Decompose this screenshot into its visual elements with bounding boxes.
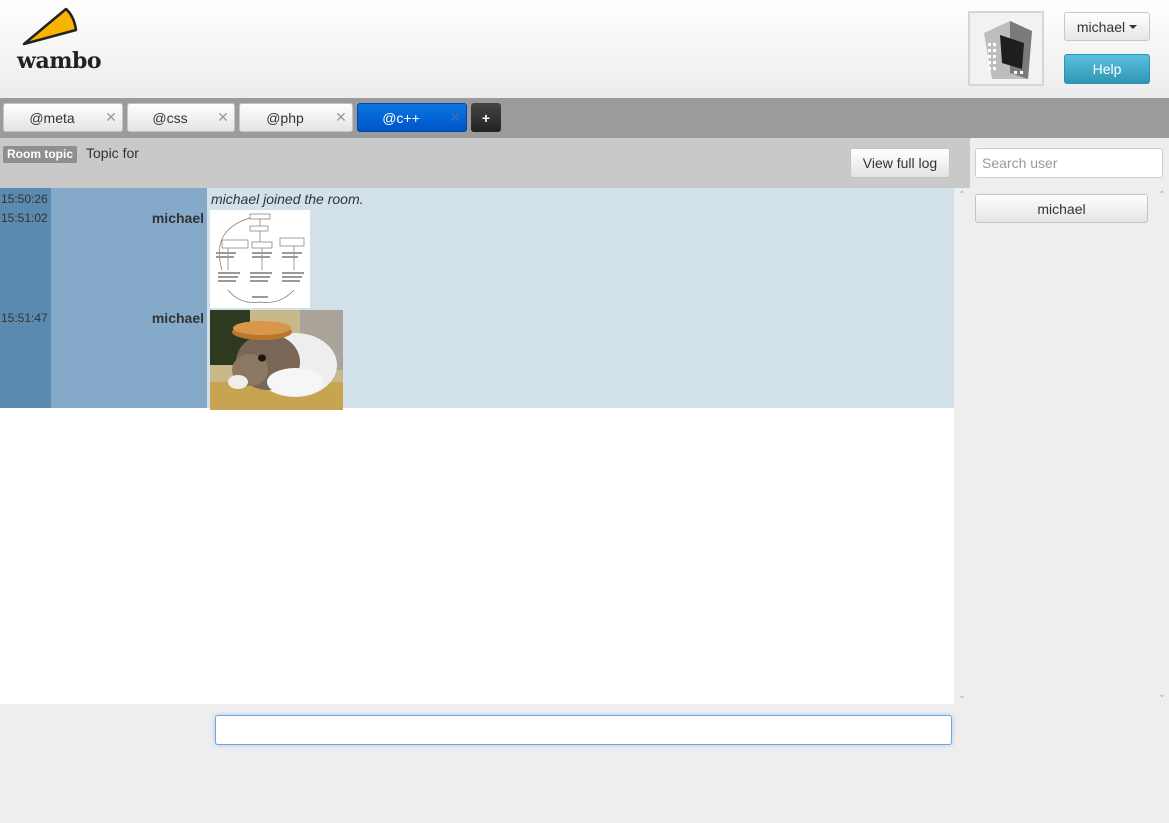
scroll-down-icon[interactable]: ⌄	[1156, 689, 1168, 701]
user-menu-button[interactable]: michael	[1064, 12, 1150, 41]
view-full-log-button[interactable]: View full log	[850, 148, 950, 178]
tab-bar: @meta ✕ @css ✕ @php ✕ @c++ ✕	[0, 98, 1169, 138]
message-time: 15:51:47	[1, 311, 48, 325]
close-icon[interactable]: ✕	[444, 109, 466, 126]
user-list-item[interactable]: michael	[975, 194, 1148, 223]
close-icon[interactable]: ✕	[100, 109, 122, 126]
tab-meta[interactable]: @meta ✕	[3, 103, 123, 132]
close-icon[interactable]: ✕	[330, 109, 352, 126]
tab-label: @c++	[382, 109, 420, 126]
scroll-down-icon[interactable]: ⌄	[956, 690, 968, 702]
logo-text: wambo	[17, 48, 102, 74]
tab-css[interactable]: @css ✕	[127, 103, 235, 132]
header: wambo michael Help	[0, 0, 1169, 98]
avatar[interactable]	[968, 11, 1044, 86]
tab-cpp[interactable]: @c++ ✕	[357, 103, 467, 132]
message-time: 15:50:26	[1, 192, 48, 206]
tab-label: @css	[152, 109, 188, 126]
building-photo-icon	[970, 13, 1042, 84]
topic-bar: Room topic Topic for View full log	[0, 138, 970, 188]
message-nick[interactable]: michael	[152, 310, 204, 326]
help-button[interactable]: Help	[1064, 54, 1150, 84]
message-nick[interactable]: michael	[152, 210, 204, 226]
flowchart-image[interactable]	[210, 210, 310, 308]
room-topic-text: Topic for	[86, 145, 139, 161]
message-time: 15:51:02	[1, 211, 48, 225]
rabbit-photo-image[interactable]	[210, 310, 343, 410]
caret-down-icon	[1129, 25, 1138, 29]
add-tab-button[interactable]: +	[471, 103, 501, 132]
tab-php[interactable]: @php ✕	[239, 103, 353, 132]
composer	[0, 704, 1169, 823]
search-user-input[interactable]	[975, 148, 1163, 178]
user-menu-label: michael	[1076, 18, 1126, 35]
message-input[interactable]	[215, 715, 952, 745]
tab-label: @meta	[29, 109, 75, 126]
flowchart-diagram-icon	[216, 213, 305, 303]
room-topic-badge: Room topic	[3, 146, 77, 163]
scroll-up-icon[interactable]: ⌃	[1156, 190, 1168, 202]
message-text: michael joined the room.	[211, 191, 364, 207]
scroll-up-icon[interactable]: ⌃	[956, 190, 968, 202]
rabbit-pancake-photo-icon	[210, 310, 343, 410]
close-icon[interactable]: ✕	[212, 109, 234, 126]
tab-label: @php	[266, 109, 304, 126]
message-log: 15:50:26 michael joined the room. 15:51:…	[0, 188, 966, 704]
user-sidebar: michael ⌃ ⌄	[970, 138, 1169, 704]
